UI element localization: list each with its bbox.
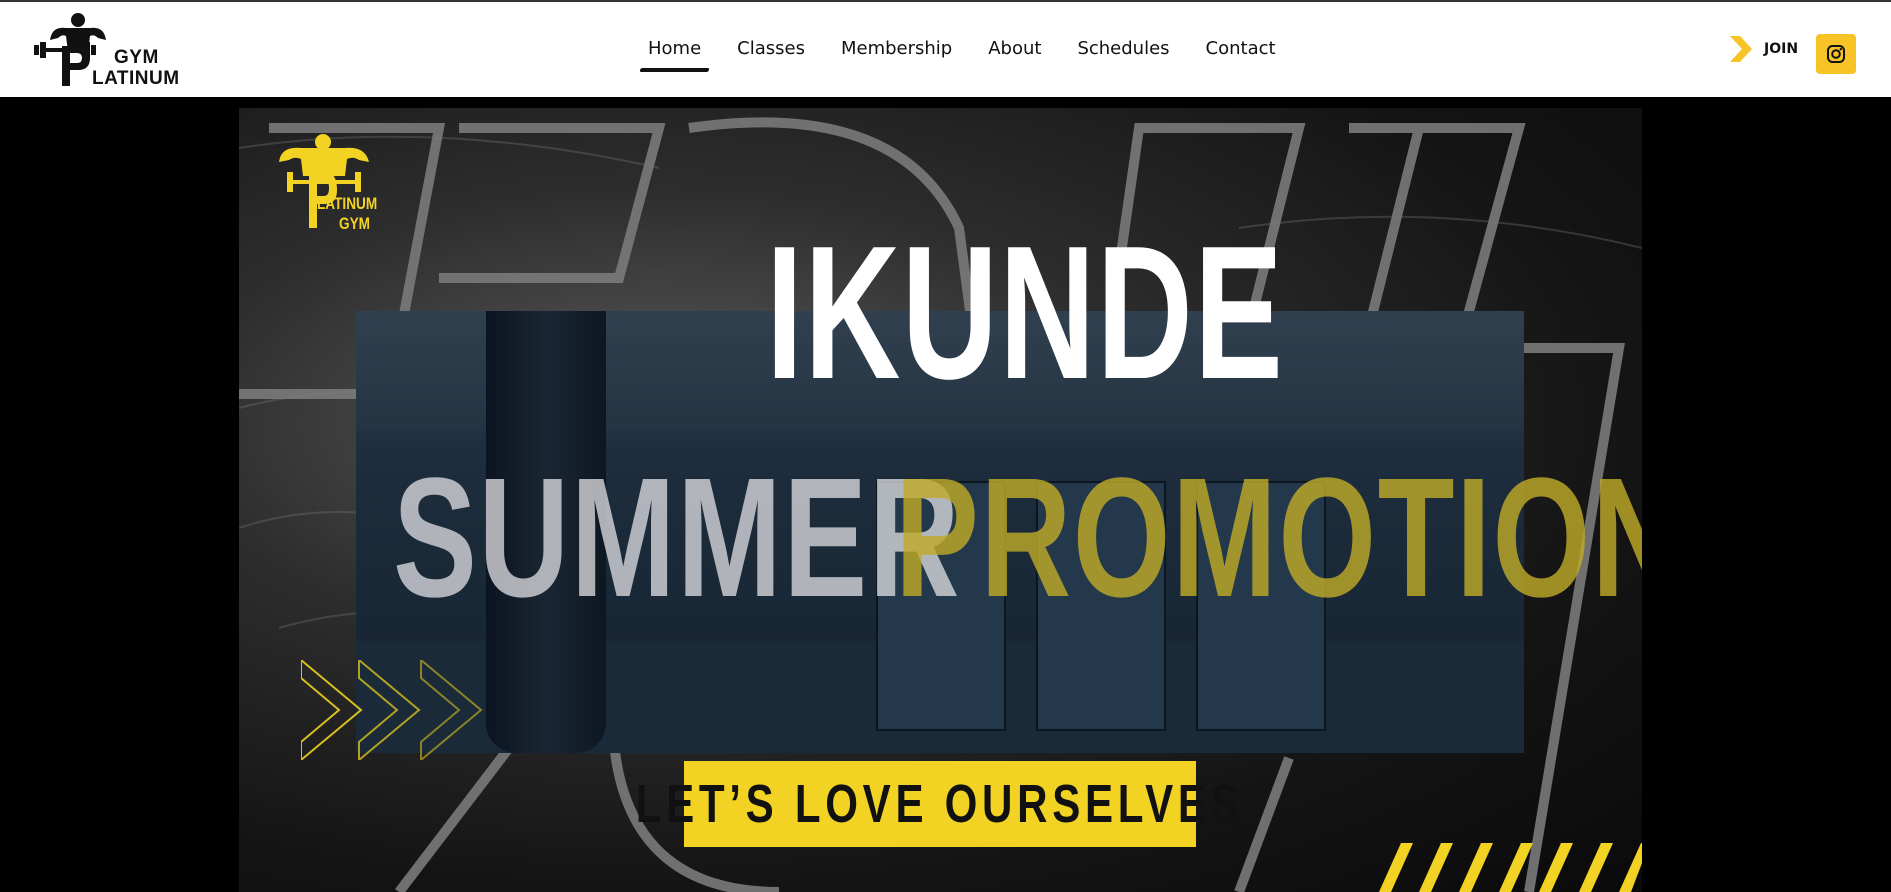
nav-home[interactable]: Home — [630, 38, 719, 72]
nav-classes[interactable]: Classes — [719, 38, 823, 72]
nav-contact[interactable]: Contact — [1188, 38, 1294, 72]
hero-tagline: LET’S LOVE OURSELVES — [636, 774, 1244, 834]
site-logo[interactable]: GYM LATINUM — [32, 12, 179, 89]
hero-subtitle-summer: SUMMER — [393, 443, 961, 633]
main-nav: Home Classes Membership About Schedules … — [630, 38, 1294, 72]
chevron-right-icon — [1730, 36, 1752, 62]
chevrons-right-icon — [301, 660, 483, 760]
hero-logo: LATINUM GYM — [273, 132, 378, 238]
instagram-icon — [1827, 45, 1845, 63]
hero-logo-text-gym: GYM — [339, 214, 370, 233]
hero-subtitle-promotion: PROMOTION — [895, 443, 1642, 633]
hazard-stripes-graphic — [1379, 843, 1642, 892]
join-button[interactable]: JOIN — [1730, 36, 1798, 62]
instagram-button[interactable] — [1816, 34, 1856, 74]
nav-schedules[interactable]: Schedules — [1059, 38, 1187, 72]
logo-text-gym: GYM — [114, 47, 159, 68]
nav-membership[interactable]: Membership — [823, 38, 970, 72]
hero-logo-text-platinum: LATINUM — [317, 194, 378, 213]
nav-about[interactable]: About — [970, 38, 1059, 72]
join-label: JOIN — [1764, 41, 1799, 57]
hero-banner: LATINUM GYM IKUNDE SUMMER PROMOTION LET’… — [239, 108, 1642, 892]
logo-text-platinum: LATINUM — [92, 68, 180, 89]
site-header: GYM LATINUM Home Classes Membership Abou… — [0, 0, 1891, 97]
tagline-banner: LET’S LOVE OURSELVES — [636, 761, 1239, 847]
hero-headline: IKUNDE — [766, 207, 1285, 419]
